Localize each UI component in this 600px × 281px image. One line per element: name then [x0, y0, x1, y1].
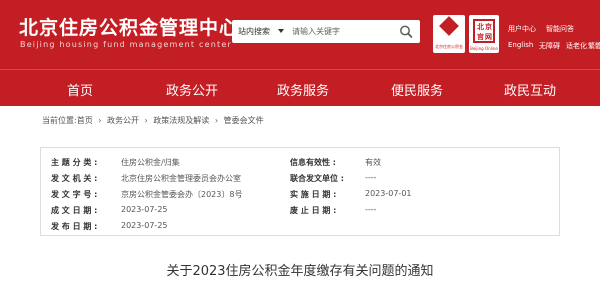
main-nav: 首页 政务公开 政务服务 便民服务 政民互动: [0, 69, 600, 106]
issuing-authority-value: 北京住房公积金管理委员会办公室: [121, 174, 241, 183]
repeal-date-value: ----: [365, 205, 377, 214]
search-input[interactable]: [292, 24, 392, 39]
document-info-table: 主 题 分 类 : 住房公积金/归集 发 文 机 关 : 北京住房公积金管理委员…: [40, 147, 560, 236]
logo-char: 北: [477, 23, 484, 31]
search-button[interactable]: [397, 23, 415, 40]
housing-fund-logo[interactable]: 北京住房公积金: [433, 15, 465, 53]
logo-caption: Beijing Online: [470, 46, 498, 51]
chevron-down-icon[interactable]: [278, 29, 284, 33]
traditional-chinese-link[interactable]: 繁體: [588, 41, 600, 51]
breadcrumb: 当前位置:首页 › 政务公开 › 政策法规及解读 › 管委会文件: [42, 115, 267, 126]
logo-char: 京: [485, 23, 492, 31]
subject-category-value: 住房公积金/归集: [121, 158, 180, 167]
breadcrumb-item-gov-affairs-open[interactable]: 政务公开: [107, 116, 139, 125]
search-icon: [400, 25, 413, 38]
search-box: 站内搜索: [232, 20, 420, 43]
breadcrumb-prefix: 当前位置:: [42, 116, 77, 125]
search-scope-select[interactable]: 站内搜索: [238, 26, 270, 37]
joint-issuer-label: 联合发文单位 :: [290, 174, 344, 183]
breadcrumb-separator: ›: [98, 116, 102, 125]
nav-item-home[interactable]: 首页: [67, 80, 93, 99]
breadcrumb-item-committee-docs[interactable]: 管委会文件: [224, 116, 264, 125]
written-date-value: 2023-07-25: [121, 205, 168, 214]
elder-friendly-link[interactable]: 适老化: [566, 41, 587, 51]
english-link[interactable]: English: [508, 41, 533, 49]
breadcrumb-item-home[interactable]: 首页: [77, 116, 93, 125]
smart-qa-link[interactable]: 智能问答: [546, 24, 574, 34]
logo-seal-icon: 北 京 官 网: [473, 19, 495, 43]
logo-char: 网: [485, 33, 492, 41]
site-subtitle: Beijing housing fund management center: [20, 40, 232, 49]
written-date-label: 成 文 日 期 :: [51, 206, 98, 215]
issuing-authority-label: 发 文 机 关 :: [51, 174, 98, 183]
breadcrumb-separator: ›: [214, 116, 219, 125]
joint-issuer-value: ----: [365, 173, 377, 182]
accessibility-link[interactable]: 无障碍: [539, 41, 560, 51]
breadcrumb-item-policy[interactable]: 政策法规及解读: [153, 116, 209, 125]
beijing-online-logo[interactable]: 北 京 官 网 Beijing Online: [469, 15, 499, 53]
publish-date-label: 发 布 日 期 :: [51, 222, 98, 231]
document-title: 关于2023住房公积金年度缴存有关问题的通知: [166, 264, 434, 279]
nav-item-public-services[interactable]: 便民服务: [391, 80, 443, 99]
logo-caption: 北京住房公积金: [435, 44, 463, 49]
repeal-date-label: 废 止 日 期 :: [290, 206, 337, 215]
nav-item-gov-affairs-open[interactable]: 政务公开: [166, 80, 218, 99]
publish-date-value: 2023-07-25: [121, 221, 168, 230]
validity-label: 信息有效性 :: [290, 158, 336, 167]
document-number-value: 京房公积金管委会办〔2023〕8号: [121, 190, 243, 199]
subject-category-label: 主 题 分 类 :: [51, 158, 98, 167]
site-title[interactable]: 北京住房公积金管理中心: [19, 13, 239, 40]
effective-date-label: 实 施 日 期 :: [290, 190, 337, 199]
site-header: 北京住房公积金管理中心 Beijing housing fund managem…: [0, 0, 600, 69]
validity-value: 有效: [365, 158, 381, 167]
nav-item-gov-services[interactable]: 政务服务: [277, 80, 329, 99]
logo-mark-icon: [439, 16, 459, 36]
user-center-link[interactable]: 用户中心: [508, 24, 536, 34]
document-number-label: 发 文 字 号 :: [51, 190, 98, 199]
effective-date-value: 2023-07-01: [365, 189, 412, 198]
breadcrumb-separator: ›: [144, 116, 148, 125]
logo-char: 官: [477, 33, 484, 41]
nav-item-interaction[interactable]: 政民互动: [504, 80, 556, 99]
